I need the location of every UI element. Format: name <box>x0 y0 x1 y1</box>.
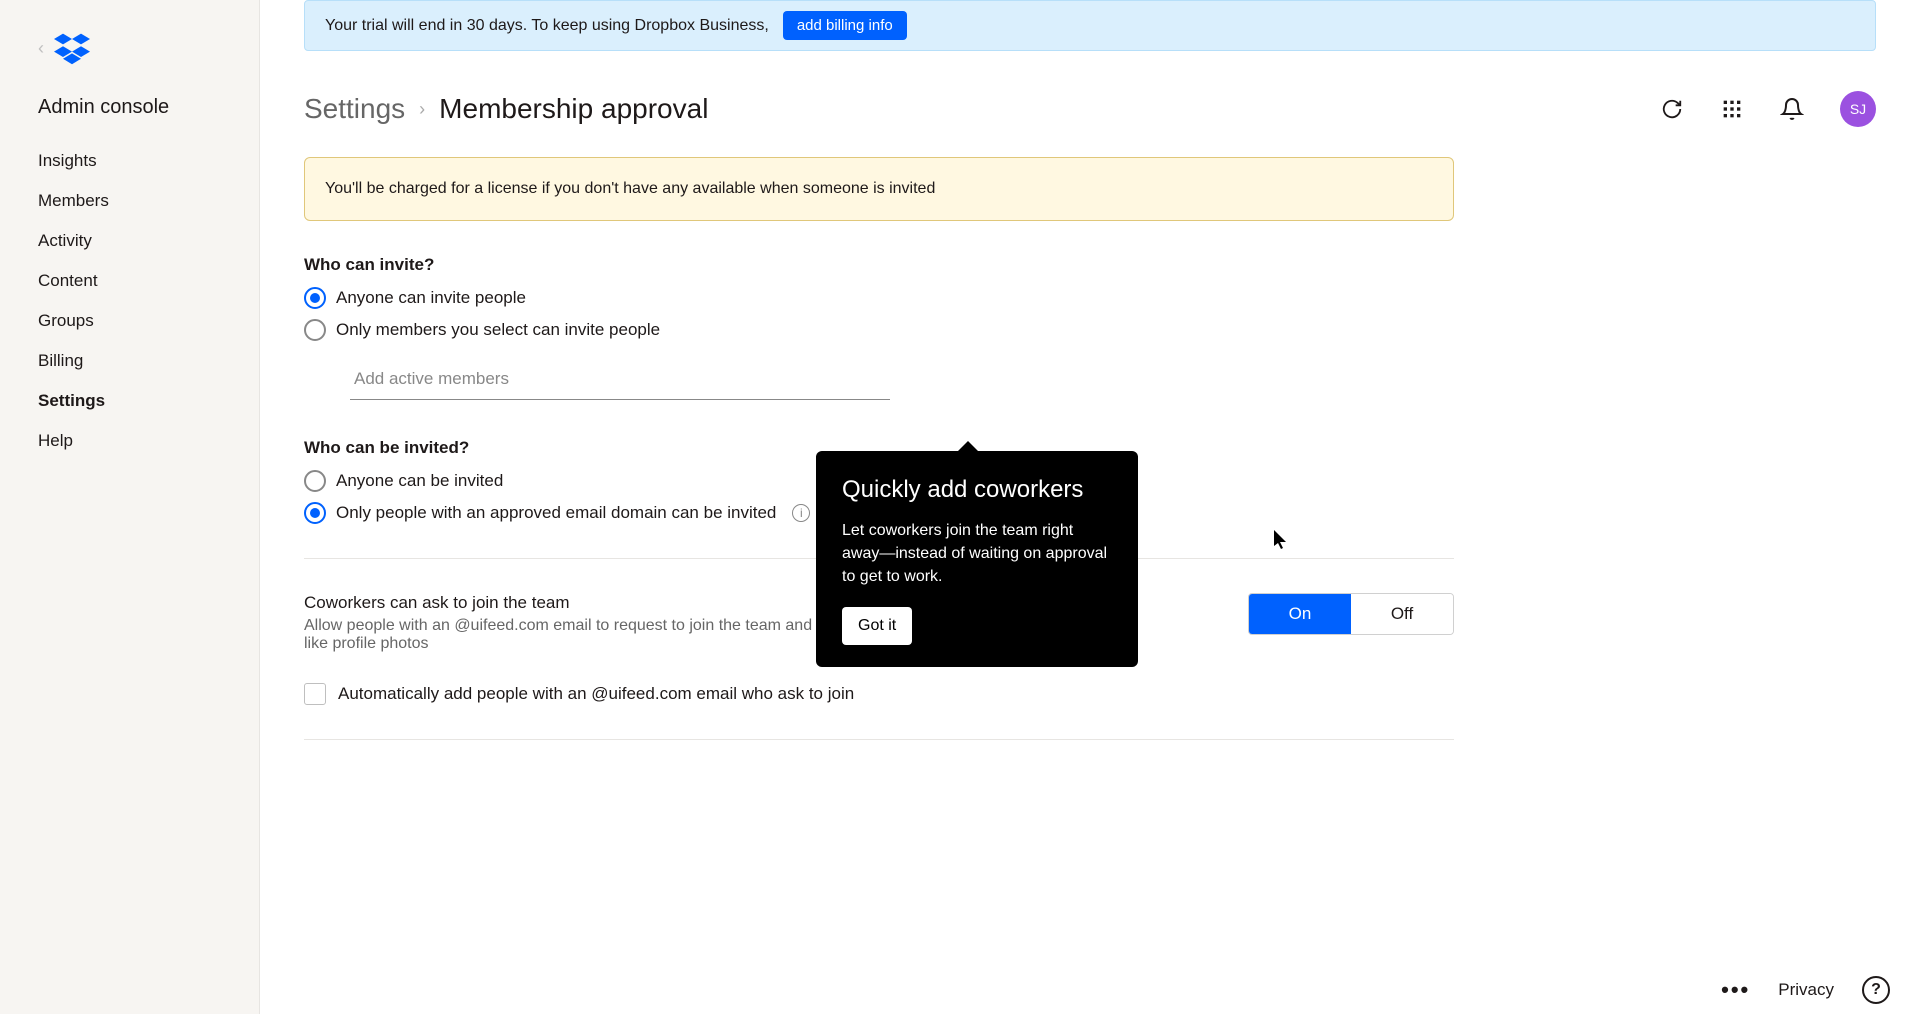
license-warning: You'll be charged for a license if you d… <box>304 157 1454 221</box>
radio-anyone-invite-label: Anyone can invite people <box>336 288 526 308</box>
footer: ••• Privacy ? <box>1721 976 1890 1004</box>
radio-approved-domain-label: Only people with an approved email domai… <box>336 503 776 523</box>
popover-quickly-add: Quickly add coworkers Let coworkers join… <box>816 451 1138 667</box>
nav-settings[interactable]: Settings <box>0 381 259 421</box>
auto-add-checkbox[interactable] <box>304 683 326 705</box>
bell-icon[interactable] <box>1780 97 1804 121</box>
nav-insights[interactable]: Insights <box>0 141 259 181</box>
main: Your trial will end in 30 days. To keep … <box>260 0 1920 1014</box>
dropbox-logo-icon[interactable] <box>54 30 90 66</box>
add-members-input[interactable] <box>350 359 890 400</box>
avatar[interactable]: SJ <box>1840 91 1876 127</box>
info-icon[interactable]: i <box>792 504 810 522</box>
privacy-link[interactable]: Privacy <box>1778 980 1834 1000</box>
nav-billing[interactable]: Billing <box>0 341 259 381</box>
breadcrumb-current: Membership approval <box>439 93 708 125</box>
refresh-icon[interactable] <box>1660 97 1684 121</box>
popover-title: Quickly add coworkers <box>842 475 1112 505</box>
breadcrumb-parent[interactable]: Settings <box>304 93 405 125</box>
radio-selected-invite-label: Only members you select can invite peopl… <box>336 320 660 340</box>
breadcrumb: Settings › Membership approval <box>304 93 708 125</box>
cursor-icon <box>1274 530 1288 550</box>
radio-anyone-be-invited-label: Anyone can be invited <box>336 471 503 491</box>
more-icon[interactable]: ••• <box>1721 977 1750 1003</box>
apps-grid-icon[interactable] <box>1720 97 1744 121</box>
toggle-off[interactable]: Off <box>1351 594 1453 634</box>
sidebar: ‹ Admin console Insights Members Activit… <box>0 0 260 1014</box>
sidebar-title: Admin console <box>0 96 259 141</box>
coworkers-toggle: On Off <box>1248 593 1454 635</box>
back-chevron-icon[interactable]: ‹ <box>38 38 44 59</box>
toggle-on[interactable]: On <box>1249 594 1351 634</box>
sidebar-nav: Insights Members Activity Content Groups… <box>0 141 259 461</box>
divider-2 <box>304 739 1454 740</box>
radio-selected-invite[interactable]: Only members you select can invite peopl… <box>304 319 1466 341</box>
auto-add-checkbox-row[interactable]: Automatically add people with an @uifeed… <box>304 683 1466 705</box>
nav-content[interactable]: Content <box>0 261 259 301</box>
trial-banner: Your trial will end in 30 days. To keep … <box>304 0 1876 51</box>
auto-add-label: Automatically add people with an @uifeed… <box>338 684 854 704</box>
chevron-right-icon: › <box>419 99 425 120</box>
radio-anyone-invite[interactable]: Anyone can invite people <box>304 287 1466 309</box>
who-can-invite-title: Who can invite? <box>304 255 1466 275</box>
nav-activity[interactable]: Activity <box>0 221 259 261</box>
add-billing-button[interactable]: add billing info <box>783 11 907 40</box>
popover-body: Let coworkers join the team right away—i… <box>842 519 1112 589</box>
nav-groups[interactable]: Groups <box>0 301 259 341</box>
popover-got-it-button[interactable]: Got it <box>842 607 912 645</box>
trial-text: Your trial will end in 30 days. To keep … <box>325 17 769 35</box>
nav-members[interactable]: Members <box>0 181 259 221</box>
nav-help[interactable]: Help <box>0 421 259 461</box>
help-icon[interactable]: ? <box>1862 976 1890 1004</box>
